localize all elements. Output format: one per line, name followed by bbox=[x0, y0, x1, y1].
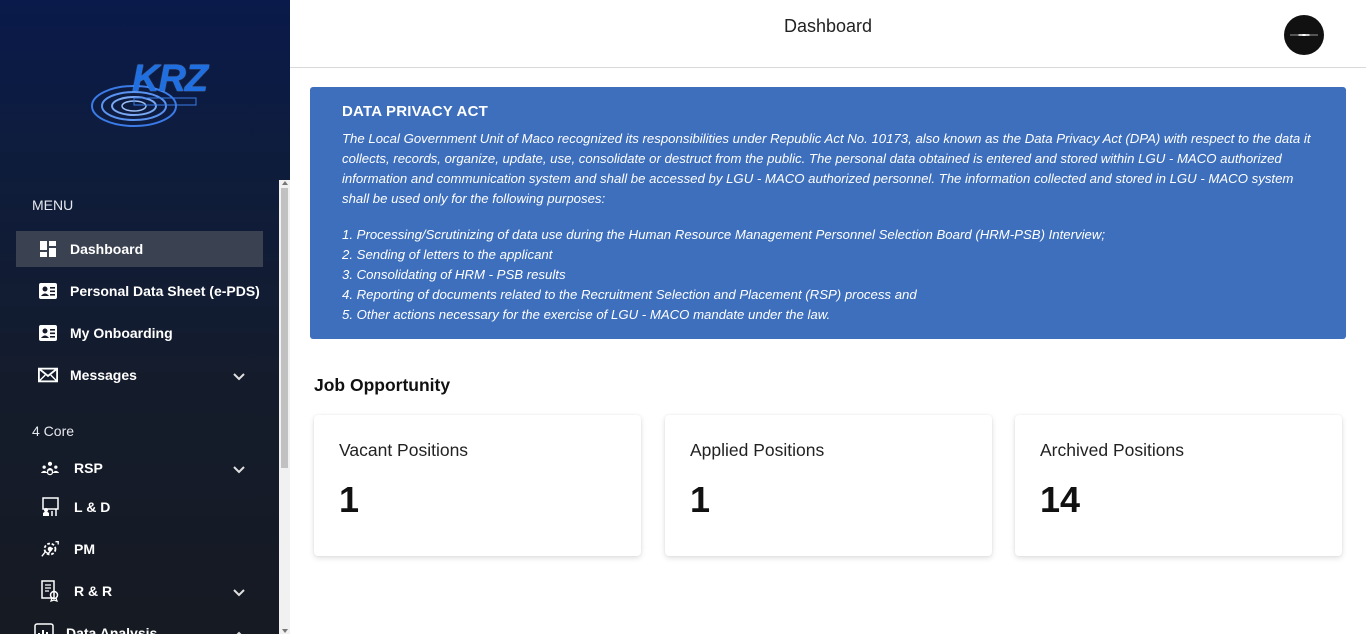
list-item: 3. Consolidating of HRM - PSB results bbox=[342, 267, 566, 282]
card-label: Vacant Positions bbox=[339, 440, 469, 460]
scrollbar-thumb[interactable] bbox=[281, 188, 288, 468]
dashboard-grid-icon bbox=[38, 239, 58, 259]
chevron-up-icon bbox=[233, 626, 245, 634]
sidebar-item-dashboard[interactable]: Dashboard bbox=[16, 231, 263, 267]
scroll-up-arrow-icon[interactable] bbox=[282, 181, 288, 185]
sidebar-item-label: Dashboard bbox=[70, 241, 144, 257]
sidebar-item-label: PM bbox=[74, 541, 95, 557]
sidebar-item-messages[interactable]: Messages bbox=[16, 357, 263, 393]
chart-icon bbox=[34, 623, 54, 634]
applied-positions-card[interactable]: Applied Positions 1 bbox=[665, 415, 992, 556]
job-opportunity-heading: Job Opportunity bbox=[314, 375, 451, 395]
id-card-icon bbox=[38, 281, 58, 301]
menu-section-label: MENU bbox=[32, 197, 74, 213]
sidebar-scrollbar[interactable] bbox=[279, 180, 290, 634]
sidebar: KRZ MENU Dashboard Personal Data Sheet (… bbox=[0, 0, 290, 634]
sidebar-item-label: RSP bbox=[74, 460, 103, 476]
chevron-down-icon bbox=[233, 368, 245, 384]
chevron-down-icon bbox=[233, 584, 245, 600]
chevron-down-icon bbox=[233, 461, 245, 477]
card-label: Applied Positions bbox=[690, 440, 825, 460]
sidebar-item-label: R & R bbox=[74, 583, 113, 599]
archived-positions-card[interactable]: Archived Positions 14 bbox=[1015, 415, 1342, 556]
id-card-icon bbox=[38, 323, 58, 343]
krz-logo[interactable]: KRZ bbox=[90, 58, 208, 130]
envelope-icon bbox=[38, 365, 58, 385]
sidebar-item-data-analysis[interactable]: Data Analysis bbox=[16, 615, 263, 634]
card-count: 1 bbox=[690, 479, 711, 520]
avatar[interactable] bbox=[1284, 15, 1324, 55]
sidebar-item-r-and-r[interactable]: R & R bbox=[16, 573, 263, 609]
page-title: Dashboard bbox=[783, 16, 873, 36]
list-item: 5. Other actions necessary for the exerc… bbox=[342, 307, 831, 322]
sidebar-item-l-and-d[interactable]: L & D bbox=[16, 489, 263, 525]
list-item: 1. Processing/Scrutinizing of data use d… bbox=[342, 227, 1106, 242]
sidebar-item-label: Messages bbox=[70, 367, 137, 383]
sidebar-item-label: Data Analysis bbox=[66, 625, 158, 634]
privacy-body: The Local Government Unit of Maco recogn… bbox=[342, 131, 1311, 206]
sidebar-item-label: L & D bbox=[74, 499, 111, 515]
data-privacy-notice: DATA PRIVACY ACT The Local Government Un… bbox=[310, 87, 1346, 339]
sidebar-item-label: My Onboarding bbox=[70, 325, 173, 341]
vacant-positions-card[interactable]: Vacant Positions 1 bbox=[314, 415, 641, 556]
sidebar-item-label: Personal Data Sheet (e-PDS) bbox=[70, 283, 260, 299]
avatar-image bbox=[1290, 34, 1318, 36]
privacy-title: DATA PRIVACY ACT bbox=[342, 103, 488, 120]
sidebar-item-rsp[interactable]: RSP bbox=[16, 450, 263, 486]
people-network-icon bbox=[40, 458, 60, 478]
performance-gear-icon bbox=[40, 539, 60, 559]
privacy-purpose-list: 1. Processing/Scrutinizing of data use d… bbox=[342, 225, 1314, 325]
training-board-icon bbox=[40, 497, 60, 517]
card-count: 14 bbox=[1040, 479, 1081, 520]
core-section-label: 4 Core bbox=[32, 423, 75, 439]
list-item: 2. Sending of letters to the applicant bbox=[342, 247, 553, 262]
card-label: Archived Positions bbox=[1040, 440, 1184, 460]
sidebar-item-pm[interactable]: PM bbox=[16, 531, 263, 567]
award-document-icon bbox=[40, 580, 60, 602]
list-item: 4. Reporting of documents related to the… bbox=[342, 287, 917, 302]
scroll-down-arrow-icon[interactable] bbox=[282, 629, 288, 633]
sidebar-item-personal-data-sheet[interactable]: Personal Data Sheet (e-PDS) bbox=[16, 273, 263, 309]
card-count: 1 bbox=[339, 479, 360, 520]
logo-text: KRZ bbox=[132, 58, 208, 100]
sidebar-item-my-onboarding[interactable]: My Onboarding bbox=[16, 315, 263, 351]
top-header: Dashboard bbox=[290, 0, 1366, 68]
